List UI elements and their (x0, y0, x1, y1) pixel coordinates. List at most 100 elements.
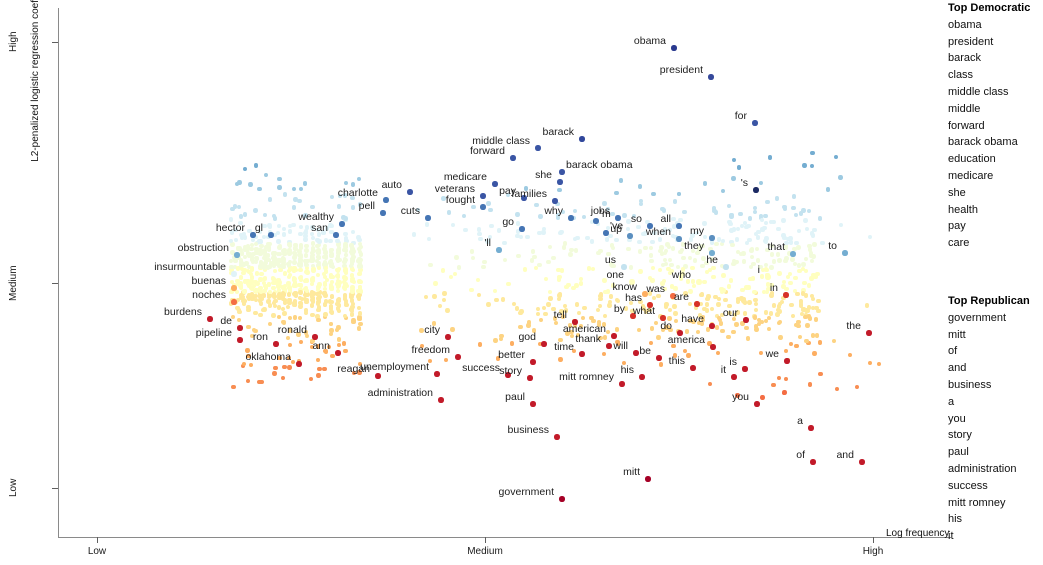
data-point (747, 300, 752, 305)
top-democratic-item-12: pay (948, 220, 966, 233)
data-point (798, 299, 804, 304)
top-republican-item-6: you (948, 412, 966, 425)
point-label: obstruction (177, 242, 229, 254)
data-point (801, 262, 806, 267)
data-point (559, 169, 565, 175)
data-point (825, 187, 831, 192)
data-point (796, 228, 802, 234)
x-tick-mark (873, 537, 874, 543)
data-point (708, 74, 714, 80)
data-point (774, 196, 780, 201)
data-point (810, 333, 816, 338)
data-point (765, 199, 770, 205)
data-point (760, 395, 765, 400)
data-point (771, 259, 777, 264)
point-label: you (732, 391, 749, 403)
top-republican-item-8: paul (948, 446, 969, 459)
data-point (736, 165, 742, 170)
data-point (789, 302, 794, 308)
data-point (614, 191, 619, 196)
point-label: reagan (337, 363, 370, 375)
data-point (805, 309, 810, 314)
top-democratic-item-2: barack (948, 52, 982, 65)
y-tick-label-low: Low (8, 478, 19, 498)
top-republican-item-10: success (948, 479, 988, 492)
data-point (802, 163, 807, 168)
data-point (729, 212, 734, 217)
data-point (807, 316, 813, 321)
data-point (867, 234, 873, 240)
data-point (755, 235, 760, 240)
top-republican-item-3: and (948, 362, 967, 375)
data-point (749, 254, 755, 259)
data-point (793, 275, 798, 280)
data-point (753, 301, 758, 307)
point-label: forward (469, 145, 505, 157)
data-point (810, 258, 815, 264)
data-point (803, 268, 808, 274)
data-point (752, 315, 757, 320)
top-democratic-item-11: health (948, 203, 978, 216)
top-democratic-item-7: barack obama (948, 136, 1018, 149)
point-label: president (659, 64, 703, 76)
data-point (797, 334, 803, 340)
data-point (781, 233, 786, 238)
top-republican-item-7: story (948, 429, 972, 442)
data-point (766, 315, 772, 321)
data-point (763, 213, 768, 219)
point-label: pipeline (195, 327, 232, 339)
data-point (864, 303, 870, 308)
data-point (790, 313, 795, 318)
data-point (559, 496, 565, 502)
data-point (777, 271, 782, 276)
data-point (712, 206, 717, 211)
data-point (804, 227, 809, 232)
data-point (720, 188, 725, 194)
data-point (807, 382, 813, 387)
data-point (709, 235, 715, 241)
data-point (729, 228, 734, 233)
data-point (764, 268, 769, 273)
point-label: obama (633, 35, 666, 47)
data-point (753, 205, 758, 211)
top-republican-item-9: administration (948, 462, 1017, 475)
top-republican-item-5: a (948, 395, 955, 408)
data-point (818, 371, 823, 376)
data-point (783, 348, 788, 353)
data-point (651, 192, 656, 197)
x-tick-mark (485, 537, 486, 543)
data-point (788, 236, 793, 241)
data-point (768, 311, 774, 316)
data-point (842, 250, 848, 256)
data-point (788, 341, 794, 346)
data-point (781, 218, 786, 223)
data-point (741, 297, 747, 302)
data-point (838, 175, 843, 180)
data-point (742, 259, 747, 264)
data-point (784, 286, 789, 291)
point-label: government (498, 486, 554, 498)
data-point (771, 220, 776, 225)
x-tick-mark (97, 537, 98, 543)
top-democratic-item-13: care (948, 237, 970, 250)
data-point (803, 218, 808, 223)
data-point (791, 205, 796, 211)
data-point (778, 335, 783, 340)
data-point (682, 209, 687, 214)
data-point (790, 251, 796, 257)
x-tick-label-high: High (862, 546, 884, 557)
top-republican-item-11: mitt romney (948, 496, 1006, 509)
data-point (754, 401, 760, 407)
data-point (798, 211, 803, 216)
data-point (704, 302, 710, 307)
data-point (750, 276, 755, 281)
data-point (735, 299, 741, 304)
data-point (769, 265, 774, 270)
data-point (797, 268, 802, 274)
data-point (800, 291, 806, 296)
data-point (760, 227, 766, 232)
data-point (806, 209, 812, 214)
data-point (775, 252, 781, 257)
data-point (776, 375, 782, 380)
data-point (806, 305, 812, 310)
